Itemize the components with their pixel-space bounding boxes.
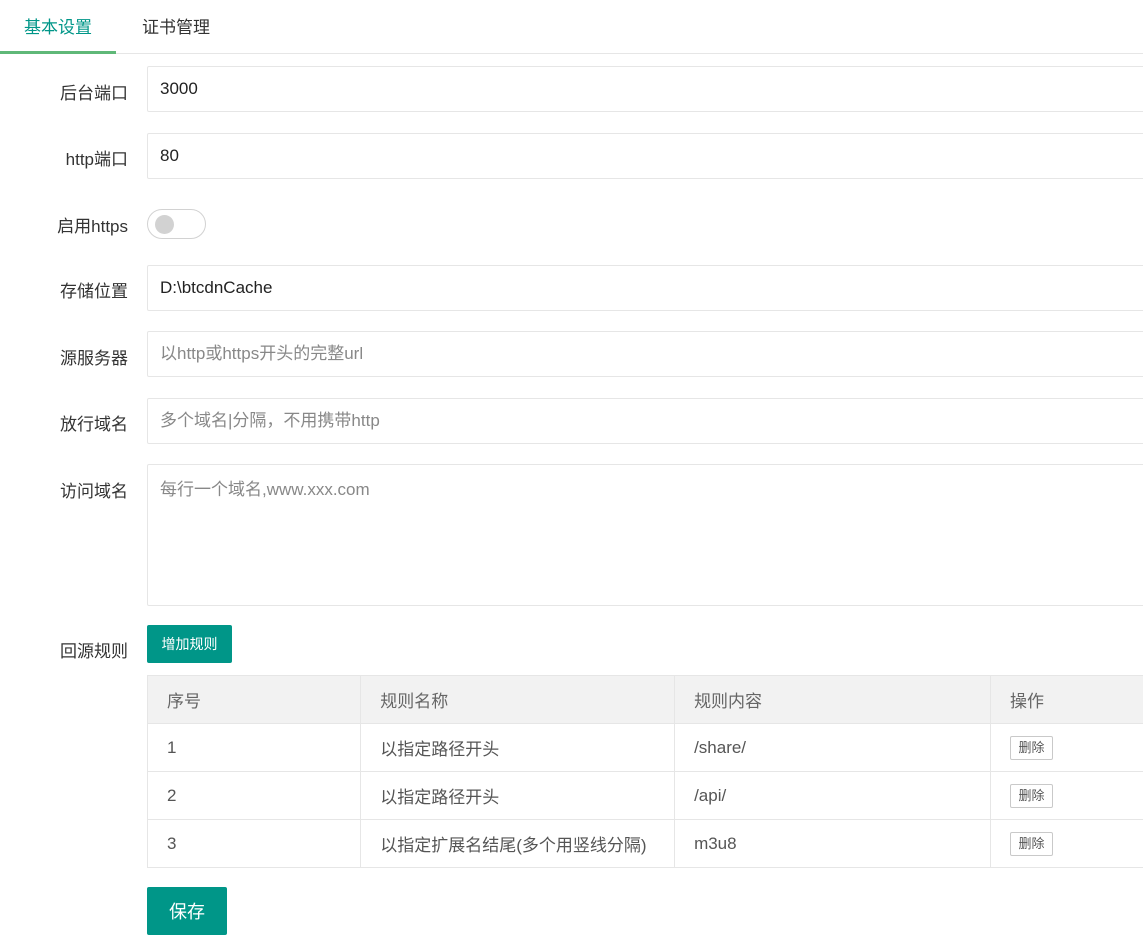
row-rule-name: 以指定路径开头 [360, 771, 676, 820]
origin-server-label: 源服务器 [60, 349, 128, 368]
access-domains-label: 访问域名 [60, 482, 128, 501]
row-action-cell: 删除 [990, 819, 1143, 868]
delete-rule-button[interactable]: 删除 [1010, 783, 1054, 808]
admin-port-label: 后台端口 [60, 84, 128, 103]
table-row: 3 以指定扩展名结尾(多个用竖线分隔) m3u8 删除 [146, 819, 1143, 868]
row-rule-name: 以指定路径开头 [360, 723, 676, 772]
column-header-content: 规则内容 [674, 675, 992, 724]
https-enable-label: 启用https [57, 217, 128, 236]
http-port-input[interactable] [147, 133, 1143, 179]
row-action-cell: 删除 [990, 723, 1143, 772]
http-port-label: http端口 [65, 150, 128, 169]
table-header-row: 序号 规则名称 规则内容 操作 [146, 675, 1143, 724]
tab-bar: 基本设置 证书管理 [0, 0, 1143, 54]
table-row: 1 以指定路径开头 /share/ 删除 [146, 723, 1143, 772]
https-toggle[interactable] [147, 209, 206, 239]
allowed-domains-input[interactable] [147, 398, 1143, 444]
access-domains-textarea[interactable] [147, 464, 1143, 606]
column-header-index: 序号 [146, 675, 362, 724]
origin-server-input[interactable] [147, 331, 1143, 377]
rules-table: 序号 规则名称 规则内容 操作 1 以指定路径开头 /share/ 删除 2 以… [146, 675, 1143, 868]
admin-port-input[interactable] [147, 66, 1143, 112]
delete-rule-button[interactable]: 删除 [1010, 735, 1054, 760]
storage-label: 存储位置 [60, 282, 128, 301]
tab-basic-settings[interactable]: 基本设置 [0, 0, 116, 54]
row-index: 1 [146, 723, 362, 772]
row-rule-content: /api/ [674, 771, 992, 820]
back-to-source-label: 回源规则 [60, 642, 128, 661]
tab-certificate-management[interactable]: 证书管理 [116, 0, 236, 53]
delete-rule-button[interactable]: 删除 [1010, 831, 1054, 856]
row-rule-name: 以指定扩展名结尾(多个用竖线分隔) [360, 819, 676, 868]
save-button[interactable]: 保存 [147, 887, 227, 935]
allowed-domains-label: 放行域名 [60, 415, 128, 434]
storage-input[interactable] [147, 265, 1143, 311]
add-rule-button[interactable]: 增加规则 [147, 625, 232, 663]
row-action-cell: 删除 [990, 771, 1143, 820]
toggle-knob [155, 215, 174, 234]
column-header-name: 规则名称 [360, 675, 676, 724]
table-row: 2 以指定路径开头 /api/ 删除 [146, 771, 1143, 820]
row-rule-content: /share/ [674, 723, 992, 772]
row-index: 3 [146, 819, 362, 868]
column-header-action: 操作 [990, 675, 1143, 724]
row-rule-content: m3u8 [674, 819, 992, 868]
row-index: 2 [146, 771, 362, 820]
